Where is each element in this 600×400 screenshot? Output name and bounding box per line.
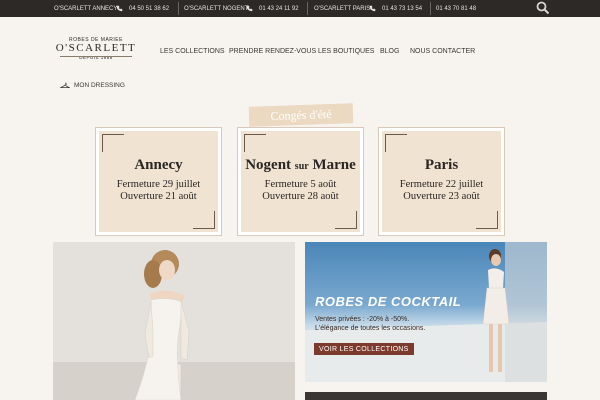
mon-dressing-link[interactable]: MON DRESSING (60, 82, 125, 89)
phone-icon (116, 5, 123, 12)
card-city-small: sur (294, 161, 309, 172)
shop-nogent-name: O'SCARLETT NOGENT (184, 5, 249, 12)
hanger-icon (60, 82, 70, 88)
card-corner (335, 211, 357, 229)
logo-rule (60, 56, 132, 57)
mon-dressing-label: MON DRESSING (74, 82, 125, 89)
card-closing: Fermeture 22 juillet (399, 179, 484, 190)
card-city: Paris (424, 157, 459, 173)
phone-icon (369, 5, 376, 12)
shop-paris-phone-1[interactable]: 01 43 73 13 54 (369, 0, 422, 17)
shop-nogent-phone-number: 01 43 24 11 92 (259, 5, 299, 12)
card-closing: Fermeture 29 juillet (116, 179, 201, 190)
promo-text: Ventes privées : -20% à -50%. L'élégance… (315, 315, 425, 333)
card-corner (193, 211, 215, 229)
card-closing: Fermeture 5 août (264, 179, 337, 190)
shop-annecy-phone[interactable]: 04 50 51 38 62 (116, 0, 169, 17)
promo-title: ROBES DE COCKTAIL (315, 294, 462, 309)
nav-item-collections[interactable]: LES COLLECTIONS (160, 48, 225, 55)
shop-annecy-phone-number: 04 50 51 38 62 (129, 5, 170, 12)
site-logo[interactable]: ROBES DE MARIEE O'SCARLETT DEPUIS 1988 (52, 37, 140, 60)
nav-item-blog[interactable]: BLOG (380, 48, 399, 55)
phone-icon (246, 5, 253, 12)
card-opening: Ouverture 28 août (262, 191, 339, 202)
card-city: Annecy (134, 157, 183, 173)
card-annecy: Annecy Fermeture 29 juillet Ouverture 21… (95, 127, 222, 236)
logo-name: O'SCARLETT (55, 42, 137, 54)
nav-item-boutiques[interactable]: LES BOUTIQUES (318, 48, 374, 55)
card-city-part2: Marne (312, 157, 356, 173)
cocktail-illustration (305, 242, 547, 382)
cocktail-promo[interactable]: ROBES DE COCKTAIL Ventes privées : -20% … (305, 242, 547, 382)
promo-line-2: L'élégance de toutes les occasions. (315, 325, 426, 332)
divider (178, 2, 179, 15)
shop-annecy-name: O'SCARLETT ANNECY (54, 5, 118, 12)
card-paris: Paris Fermeture 22 juillet Ouverture 23 … (378, 127, 505, 236)
card-opening: Ouverture 21 août (120, 191, 197, 202)
divider (307, 2, 308, 15)
voir-collections-button[interactable]: VOIR LES COLLECTIONS (314, 343, 414, 355)
nav-item-rendez-vous[interactable]: PRENDRE RENDEZ-VOUS (229, 48, 316, 55)
card-corner (244, 134, 266, 152)
shop-paris-phone-2[interactable]: 01 43 70 81 48 (436, 0, 476, 17)
card-corner (102, 134, 124, 152)
card-city-part1: Nogent (245, 157, 292, 173)
card-corner (385, 134, 407, 152)
promo-line-1: Ventes privées : -20% à -50%. (315, 316, 410, 323)
nav-item-contact[interactable]: NOUS CONTACTER (410, 48, 475, 55)
search-icon[interactable] (536, 1, 550, 15)
top-bar: O'SCARLETT ANNECY 04 50 51 38 62 O'SCARL… (0, 0, 600, 17)
card-nogent: Nogent sur Marne Fermeture 5 août Ouvert… (237, 127, 364, 236)
conges-banner: Congés d'été (248, 103, 354, 127)
card-city: Nogent sur Marne (241, 157, 360, 174)
card-corner (476, 211, 498, 229)
bride-illustration (53, 242, 295, 400)
shop-paris-name: O'SCARLETT PARIS (314, 5, 371, 12)
shop-nogent-phone[interactable]: 01 43 24 11 92 (246, 0, 299, 17)
card-opening: Ouverture 23 août (403, 191, 480, 202)
second-promo-photo[interactable] (305, 392, 547, 400)
bridal-photo[interactable] (53, 242, 295, 400)
shop-paris-phone-number-1: 01 43 73 13 54 (382, 5, 423, 12)
divider (430, 2, 431, 15)
